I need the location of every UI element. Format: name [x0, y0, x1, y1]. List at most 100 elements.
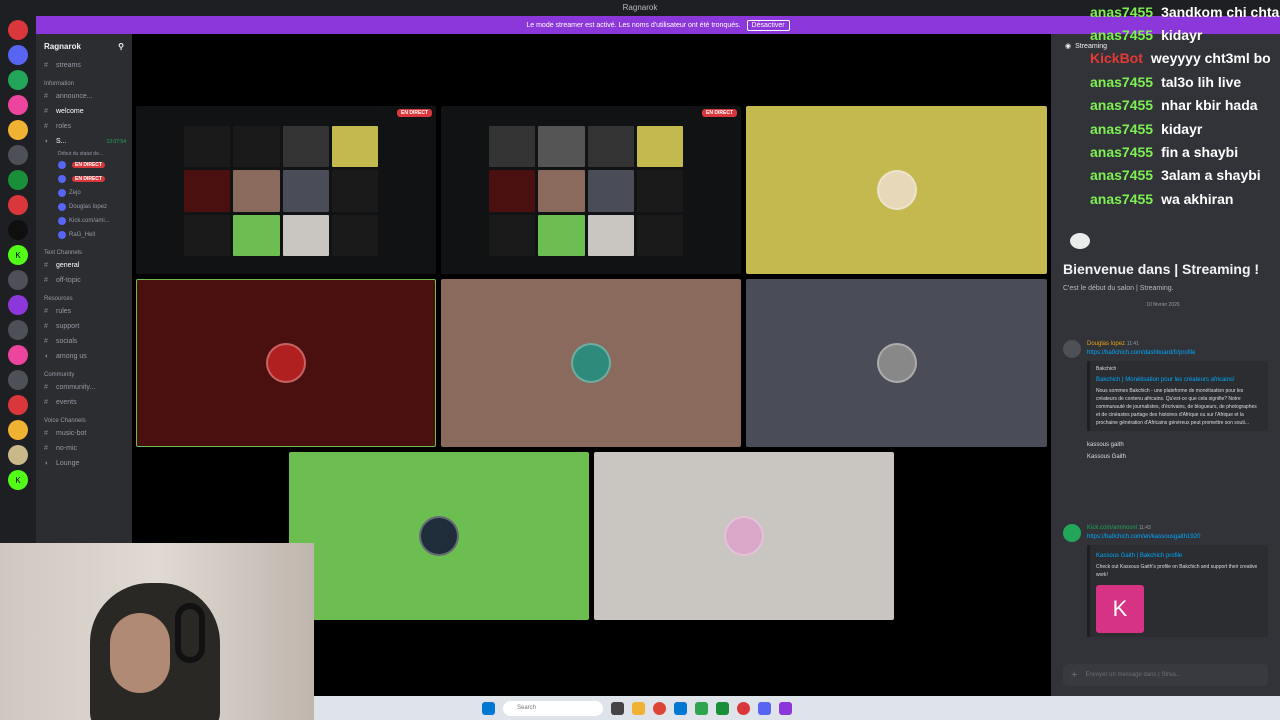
- voice-user[interactable]: EN DIRECT: [36, 158, 132, 172]
- channel-socials[interactable]: # socials: [36, 334, 132, 349]
- hash-icon: #: [44, 93, 48, 100]
- message-author[interactable]: Kick.com/aminosnl: [1087, 525, 1137, 531]
- live-badge: EN DIRECT: [397, 109, 432, 117]
- disable-streamer-button[interactable]: Désactiver: [746, 19, 790, 31]
- embed-provider: Bakchich: [1096, 366, 1117, 372]
- voice-channel-streaming[interactable]: ◖ S... 13:07:54: [36, 134, 132, 149]
- category-text-channels[interactable]: Text Channels: [36, 242, 132, 258]
- taskbar-search[interactable]: Search: [503, 700, 603, 716]
- message-link[interactable]: https://ba9chich.com/en/kassousgaith1920: [1087, 534, 1200, 540]
- server-icon[interactable]: [8, 95, 28, 115]
- avatar[interactable]: [1063, 340, 1081, 358]
- participant-tile[interactable]: [746, 106, 1047, 274]
- overlay-username: anas7455: [1090, 120, 1154, 137]
- discord-icon[interactable]: [758, 701, 771, 715]
- category-voice-channels[interactable]: Voice Channels: [36, 410, 132, 426]
- screenshare-tile[interactable]: EN DIRECT: [136, 106, 436, 274]
- server-icon[interactable]: [8, 270, 28, 290]
- server-icon[interactable]: [8, 445, 28, 465]
- kick-server-icon[interactable]: K: [8, 245, 28, 265]
- overlay-message: nhar kbir hada: [1161, 97, 1258, 114]
- voice-user[interactable]: EN DIRECT: [36, 172, 132, 186]
- channel-lounge[interactable]: ◖ Lounge: [36, 456, 132, 471]
- chat-input[interactable]: + Envoyer un message dans | Strea...: [1063, 664, 1268, 686]
- embed-thumbnail[interactable]: K: [1096, 585, 1144, 633]
- channel-off-topic[interactable]: # off-topic: [36, 273, 132, 288]
- overlay-chat-line: anas7455 tal3o lih live: [1090, 70, 1280, 93]
- chrome-icon[interactable]: [653, 701, 666, 715]
- window-titlebar: Ragnarok: [0, 0, 1280, 16]
- channel-among-us[interactable]: ◖ among us: [36, 349, 132, 364]
- voice-user[interactable]: Douglas lopez: [36, 200, 132, 214]
- overlay-username: anas7455: [1090, 144, 1154, 161]
- server-icon[interactable]: [8, 195, 28, 215]
- taskbar-app-icon[interactable]: [779, 701, 792, 715]
- server-icon[interactable]: [8, 170, 28, 190]
- kick-server-icon[interactable]: K: [8, 470, 28, 490]
- overlay-chat-line: anas7455 fin a shaybi: [1090, 140, 1280, 163]
- overlay-message: fin a shaybi: [1161, 144, 1239, 161]
- participant-tile[interactable]: [136, 279, 436, 447]
- windows-start-icon[interactable]: [482, 701, 495, 715]
- overlay-chat-line: anas7455 kidayr: [1090, 23, 1280, 46]
- server-list: K K: [0, 16, 36, 546]
- server-icon[interactable]: [8, 45, 28, 65]
- channel-no-mic[interactable]: # no-mic: [36, 441, 132, 456]
- server-icon[interactable]: [8, 20, 28, 40]
- channel-roles[interactable]: # roles: [36, 119, 132, 134]
- overlay-username: anas7455: [1090, 167, 1154, 184]
- participant-tile[interactable]: [289, 452, 589, 620]
- message-author[interactable]: Douglas lopez: [1087, 341, 1125, 347]
- server-icon[interactable]: [8, 370, 28, 390]
- channel-general[interactable]: # general: [36, 258, 132, 273]
- opera-icon[interactable]: [737, 701, 750, 715]
- server-icon[interactable]: [8, 220, 28, 240]
- taskbar-app-icon[interactable]: [695, 701, 708, 715]
- add-member-icon[interactable]: ⚲: [118, 42, 124, 51]
- voice-user[interactable]: Zejo: [36, 186, 132, 200]
- server-icon[interactable]: [8, 320, 28, 340]
- embed-description: Nous sommes Bakchich - une plateforme de…: [1096, 388, 1257, 426]
- avatar[interactable]: [1063, 524, 1081, 542]
- chat-input-placeholder: Envoyer un message dans | Strea...: [1085, 672, 1181, 678]
- participant-tile[interactable]: [746, 279, 1047, 447]
- channel-welcome[interactable]: # welcome: [36, 104, 132, 119]
- channel-events[interactable]: # events: [36, 395, 132, 410]
- voice-user[interactable]: Kick.com/ami...: [36, 214, 132, 228]
- category-resources[interactable]: Resources: [36, 288, 132, 304]
- participant-tile[interactable]: [594, 452, 894, 620]
- channel-support[interactable]: # support: [36, 319, 132, 334]
- server-icon[interactable]: [8, 295, 28, 315]
- file-explorer-icon[interactable]: [632, 701, 645, 715]
- guild-header[interactable]: Ragnarok ⚲: [36, 34, 132, 58]
- message-link[interactable]: https://ba9chich.com/dashboard/fr/profil…: [1087, 350, 1195, 356]
- screenshare-tile[interactable]: EN DIRECT: [441, 106, 741, 274]
- embed-title[interactable]: Bakchich | Monétisation pour les créateu…: [1096, 376, 1262, 384]
- category-community[interactable]: Community: [36, 364, 132, 380]
- channel-community[interactable]: # community...: [36, 380, 132, 395]
- voice-user-name: RaG_Hell: [69, 232, 96, 238]
- channel-rules[interactable]: # rules: [36, 304, 132, 319]
- server-icon[interactable]: [8, 120, 28, 140]
- taskbar-app-icon[interactable]: [674, 701, 687, 715]
- add-attachment-icon[interactable]: +: [1071, 669, 1077, 681]
- message-text: Kassous Gaith: [1087, 454, 1127, 460]
- overlay-chat-line: anas7455 3andkom chi chta: [1090, 0, 1280, 23]
- server-icon[interactable]: [8, 70, 28, 90]
- voice-user[interactable]: RaG_Hell: [36, 228, 132, 242]
- category-information[interactable]: Information: [36, 73, 132, 89]
- channel-music-bot[interactable]: # music-bot: [36, 426, 132, 441]
- server-icon[interactable]: [8, 395, 28, 415]
- server-icon[interactable]: [8, 145, 28, 165]
- taskbar-app-icon[interactable]: [716, 701, 729, 715]
- server-icon[interactable]: [8, 420, 28, 440]
- channel-label: welcome: [56, 108, 84, 115]
- server-icon[interactable]: [8, 345, 28, 365]
- channel-streams[interactable]: # streams: [36, 58, 132, 73]
- embed-title[interactable]: Kassous Gaith | Bakchich profile: [1096, 552, 1262, 560]
- headphones-icon: [175, 603, 205, 663]
- taskbar-app-icon[interactable]: [611, 701, 624, 715]
- participant-tile[interactable]: [441, 279, 741, 447]
- hash-icon: #: [44, 62, 48, 69]
- channel-announcements[interactable]: # announce...: [36, 89, 132, 104]
